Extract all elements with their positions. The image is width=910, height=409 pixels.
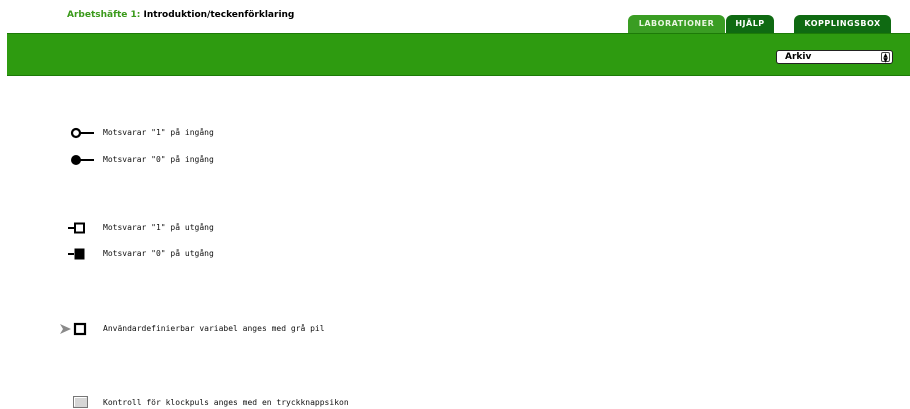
page-title: Arbetshäfte 1: Introduktion/teckenförkla…: [67, 10, 294, 20]
input-one-icon: [70, 127, 94, 139]
green-toolbar: [7, 33, 910, 76]
archive-select-value: Arkiv: [785, 52, 812, 62]
workbook-label: Arbetshäfte 1:: [67, 10, 141, 20]
pushbutton-icon: [73, 396, 88, 408]
tab-kopplingsbox[interactable]: KOPPLINGSBOX: [794, 15, 891, 33]
legend-text-input-zero: Motsvarar "0" på ingång: [103, 155, 214, 164]
legend-text-output-zero: Motsvarar "0" på utgång: [103, 249, 214, 258]
gray-arrow-variable-icon: [60, 322, 87, 336]
archive-select[interactable]: Arkiv ▲ ▼: [776, 50, 893, 64]
tab-laborationer[interactable]: LABORATIONER: [628, 15, 725, 33]
legend-text-input-one: Motsvarar "1" på ingång: [103, 128, 214, 137]
select-arrows-icon: ▲ ▼: [881, 52, 890, 64]
legend-text-output-one: Motsvarar "1" på utgång: [103, 223, 214, 232]
legend-text-clock: Kontroll för klockpuls anges med en tryc…: [103, 398, 349, 407]
output-zero-icon: [68, 248, 85, 260]
tab-hjalp[interactable]: HJÄLP: [726, 15, 774, 33]
output-one-icon: [68, 222, 85, 234]
legend-text-variable: Användardefinierbar variabel anges med g…: [103, 324, 325, 333]
section-title: Introduktion/teckenförklaring: [143, 10, 295, 20]
input-zero-icon: [71, 155, 94, 165]
